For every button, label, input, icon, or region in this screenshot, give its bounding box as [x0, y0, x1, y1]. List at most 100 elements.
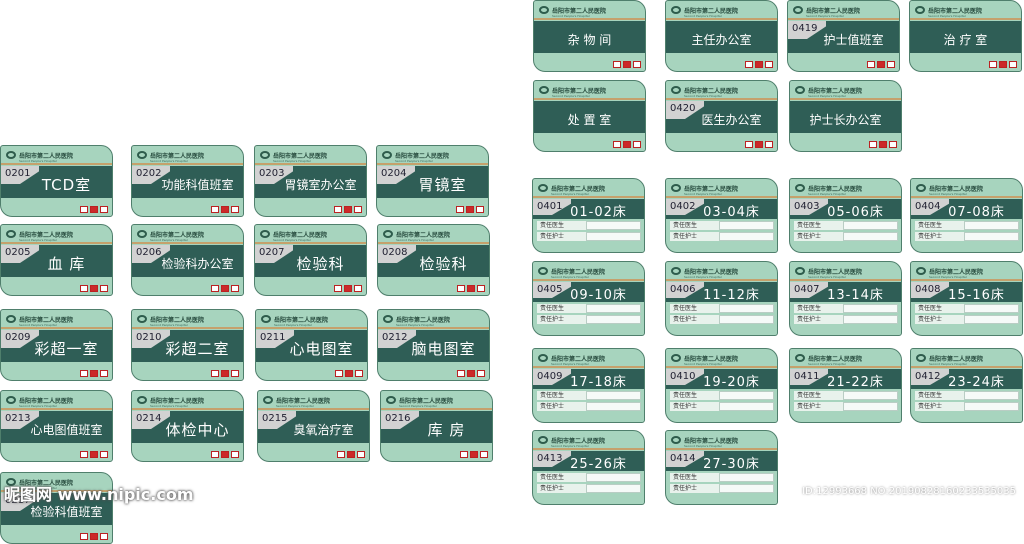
no-phone-icon [755, 61, 763, 68]
gold-divider [790, 366, 901, 368]
hospital-logo-icon [539, 6, 549, 14]
room-sign: 岳阳市第二人民医院 Second People's Hospital 0206 检验科… [131, 224, 244, 296]
room-sign: 岳阳市第二人民医院 Second People's Hospital 0201 TCD… [0, 145, 113, 217]
hospital-logo-icon [6, 315, 16, 323]
staff-row-nurse: 责任护士 [670, 484, 774, 493]
exit-icon [100, 370, 108, 377]
staff-fields: 责任医生 责任护士 [794, 221, 898, 243]
staff-fields: 责任医生 责任护士 [794, 391, 898, 413]
staff-row-doctor: 责任医生 [915, 304, 1019, 313]
gold-divider [790, 98, 901, 100]
exit-icon [100, 451, 108, 458]
staff-name-slot [586, 402, 641, 411]
staff-row-nurse: 责任护士 [670, 402, 774, 411]
hospital-logo-icon [916, 184, 926, 192]
staff-row-nurse: 责任护士 [915, 232, 1019, 241]
staff-row-doctor: 责任医生 [537, 304, 641, 313]
exit-icon [100, 206, 108, 213]
staff-name-slot [719, 402, 774, 411]
room-sign: 岳阳市第二人民医院 Second People's Hospital 0214 体检中… [131, 390, 244, 462]
room-sign: 岳阳市第二人民医院 Second People's Hospital 0204 胃镜室 [376, 145, 489, 217]
hospital-logo-icon [671, 86, 681, 94]
staff-name-slot [586, 232, 641, 241]
staff-field-label: 责任护士 [670, 402, 719, 411]
staff-name-slot [843, 221, 898, 230]
room-label: TCD室 [41, 175, 92, 194]
hospital-logo-icon [538, 354, 548, 362]
hospital-logo-icon [671, 184, 681, 192]
staff-field-label: 责任护士 [537, 315, 586, 324]
staff-field-label: 责任护士 [794, 315, 843, 324]
signage-icons [80, 370, 108, 377]
signage-icons [334, 285, 362, 292]
room-label: 脑电图室 [411, 339, 476, 358]
exit-icon [231, 370, 239, 377]
room-sign: 岳阳市第二人民医院 Second People's Hospital 0209 彩超一… [0, 309, 113, 381]
hospital-header: 岳阳市第二人民医院 Second People's Hospital [137, 228, 204, 242]
staff-name-slot [964, 304, 1019, 313]
no-phone-icon [90, 370, 98, 377]
hospital-logo-icon [6, 230, 16, 238]
staff-row-nurse: 责任护士 [794, 232, 898, 241]
watermark-text: 昵图网 www.nipic.com [4, 485, 194, 504]
signage-icons [335, 370, 363, 377]
exit-icon [476, 206, 484, 213]
hospital-logo-icon [137, 396, 147, 404]
staff-fields: 责任医生 责任护士 [537, 391, 641, 413]
image-id-text: ID:12993668 NO:20190828160233535035 [802, 486, 1016, 497]
staff-fields: 责任医生 责任护士 [915, 391, 1019, 413]
bed-sign: 岳阳市第二人民医院 Second People's Hospital 0405 09-… [532, 261, 645, 336]
gold-divider [132, 408, 243, 410]
hospital-header: 岳阳市第二人民医院 Second People's Hospital [260, 149, 327, 163]
no-phone-icon [90, 533, 98, 540]
signage-icons [745, 141, 773, 148]
room-label: 护士长办公室 [809, 112, 882, 127]
hospital-logo-icon [671, 6, 681, 14]
staff-name-slot [843, 315, 898, 324]
hospital-header: 岳阳市第二人民医院 Second People's Hospital [538, 352, 605, 366]
staff-name-slot [843, 232, 898, 241]
staff-name-slot [719, 304, 774, 313]
hospital-logo-icon [916, 267, 926, 275]
staff-fields: 责任医生 责任护士 [915, 221, 1019, 243]
hospital-header: 岳阳市第二人民医院 Second People's Hospital [538, 434, 605, 448]
staff-field-label: 责任医生 [915, 304, 964, 313]
bed-range-label: 01-02床 [570, 204, 627, 220]
bed-range-label: 09-10床 [570, 287, 627, 303]
hospital-logo-icon [260, 230, 270, 238]
gold-divider [666, 18, 777, 20]
hospital-header: 岳阳市第二人民医院 Second People's Hospital [386, 394, 453, 408]
room-sign: 岳阳市第二人民医院 Second People's Hospital 治 疗 室 [909, 0, 1022, 72]
gold-divider [378, 327, 489, 329]
staff-fields: 责任医生 责任护士 [537, 304, 641, 326]
room-label: 彩超一室 [34, 339, 99, 358]
staff-row-doctor: 责任医生 [537, 473, 641, 482]
no-phone-icon [90, 206, 98, 213]
gold-divider [533, 448, 644, 450]
gold-divider [533, 366, 644, 368]
hospital-logo-icon [916, 354, 926, 362]
hospital-header: 岳阳市第二人民医院 Second People's Hospital [6, 149, 73, 163]
no-phone-icon [877, 61, 885, 68]
signage-icons [989, 61, 1017, 68]
no-phone-icon [999, 61, 1007, 68]
room-label: 胃镜室办公室 [284, 177, 357, 192]
staff-row-doctor: 责任医生 [670, 473, 774, 482]
no-smoking-icon [613, 141, 621, 148]
hospital-header: 岳阳市第二人民医院 Second People's Hospital [383, 228, 450, 242]
hospital-header: 岳阳市第二人民医院 Second People's Hospital [795, 182, 862, 196]
room-sign: 岳阳市第二人民医院 Second People's Hospital 0211 心电图… [255, 309, 368, 381]
room-label: 检验科办公室 [161, 256, 234, 271]
hospital-header: 岳阳市第二人民医院 Second People's Hospital [795, 84, 862, 98]
bed-sign: 岳阳市第二人民医院 Second People's Hospital 0410 19-… [665, 348, 778, 423]
no-phone-icon [879, 141, 887, 148]
exit-icon [633, 61, 641, 68]
room-label: 库 房 [427, 420, 466, 439]
hospital-logo-icon [383, 315, 393, 323]
staff-row-doctor: 责任医生 [537, 391, 641, 400]
bed-sign: 岳阳市第二人民医院 Second People's Hospital 0407 13-… [789, 261, 902, 336]
staff-field-label: 责任护士 [537, 232, 586, 241]
staff-field-label: 责任护士 [794, 402, 843, 411]
room-sign: 岳阳市第二人民医院 Second People's Hospital 0203 胃镜室… [254, 145, 367, 217]
bed-range-label: 05-06床 [827, 204, 884, 220]
